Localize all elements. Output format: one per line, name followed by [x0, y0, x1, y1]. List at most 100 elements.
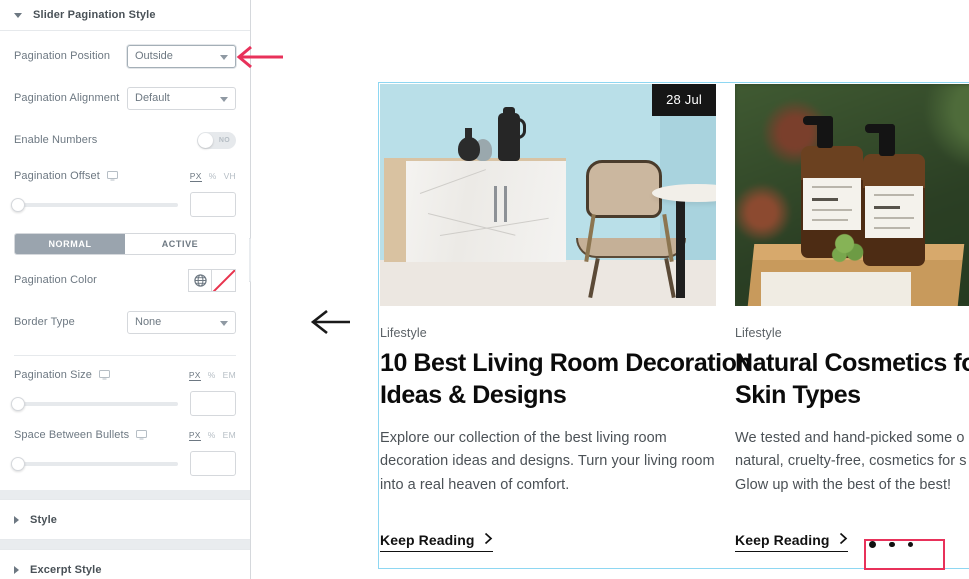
- post-card[interactable]: 28 Jul Lifestyle 10 Best Living Room Dec…: [380, 84, 752, 553]
- post-excerpt-line-1: Explore our collection of the best livin…: [380, 429, 667, 446]
- desktop-icon[interactable]: [106, 171, 118, 181]
- unit-px[interactable]: PX: [188, 430, 201, 441]
- chevron-down-icon: [14, 12, 22, 18]
- pagination-position-select[interactable]: Outside: [127, 44, 236, 68]
- chevron-down-icon: [220, 320, 228, 326]
- keep-reading-label: Keep Reading: [735, 532, 830, 549]
- post-card[interactable]: Lifestyle Natural Cosmetics for S Skin T…: [735, 84, 969, 553]
- post-excerpt-line-3: into a real heaven of comfort.: [380, 476, 570, 493]
- accordion-label: Style: [30, 513, 58, 526]
- date-badge: 28 Jul: [652, 84, 716, 116]
- pagination-alignment-value: Default: [135, 92, 170, 104]
- post-thumbnail[interactable]: [735, 84, 969, 306]
- pagination-position-label: Pagination Position: [14, 50, 111, 62]
- none-color-swatch[interactable]: [212, 268, 236, 292]
- post-category[interactable]: Lifestyle: [735, 326, 969, 340]
- pagination-offset-input[interactable]: [190, 192, 236, 217]
- post-title-line-1: 10 Best Living Room Decoration: [380, 349, 752, 377]
- pagination-offset-slider[interactable]: [11, 197, 178, 212]
- border-type-label: Border Type: [14, 316, 75, 328]
- unit-px[interactable]: PX: [188, 370, 201, 381]
- space-between-bullets-header: Space Between Bullets PX % EM: [14, 428, 236, 442]
- living-room-photo: [380, 84, 716, 306]
- control-pagination-color: Pagination Color: [14, 263, 236, 297]
- control-border-type: Border Type None: [14, 305, 236, 339]
- border-type-value: None: [135, 316, 162, 328]
- space-between-bullets-slider[interactable]: [11, 456, 178, 471]
- keep-reading-link[interactable]: Keep Reading: [735, 532, 848, 553]
- state-tabs: NORMAL ACTIVE: [14, 233, 236, 255]
- preview-canvas: 28 Jul Lifestyle 10 Best Living Room Dec…: [251, 0, 969, 579]
- post-title-line-2: Skin Types: [735, 381, 861, 410]
- post-excerpt-line-2: decoration ideas and designs. Turn your …: [380, 453, 715, 470]
- unit-percent[interactable]: %: [208, 370, 216, 380]
- pagination-size-label: Pagination Size: [14, 369, 92, 381]
- post-excerpt-line-1: We tested and hand-picked some o: [735, 429, 965, 446]
- settings-panel-scroll[interactable]: Slider Pagination Style Pagination Posit…: [0, 0, 250, 579]
- unit-em[interactable]: EM: [223, 430, 236, 440]
- arrow-left-icon: [310, 309, 350, 335]
- pagination-size-slider-row: [11, 391, 236, 416]
- toggle-knob: [198, 132, 213, 148]
- slider-thumb[interactable]: [11, 456, 25, 471]
- pagination-alignment-label: Pagination Alignment: [14, 92, 120, 104]
- globe-icon[interactable]: [188, 268, 212, 292]
- desktop-icon[interactable]: [136, 430, 148, 440]
- desktop-icon[interactable]: [98, 370, 110, 380]
- unit-vh[interactable]: VH: [224, 171, 236, 181]
- divider: [14, 355, 236, 356]
- accordion-style[interactable]: Style: [0, 499, 250, 540]
- pagination-color-label: Pagination Color: [14, 274, 97, 286]
- pagination-alignment-select[interactable]: Default: [127, 86, 236, 110]
- post-thumbnail[interactable]: 28 Jul: [380, 84, 716, 306]
- toggle-state-label: NO: [218, 136, 230, 144]
- pagination-position-value: Outside: [135, 50, 173, 62]
- pagination-offset-header: Pagination Offset PX % VH: [14, 169, 236, 183]
- slider-thumb[interactable]: [11, 197, 25, 212]
- enable-numbers-label: Enable Numbers: [14, 134, 98, 146]
- panel-gap: [0, 540, 250, 549]
- cosmetics-photo: [735, 84, 969, 306]
- border-type-select[interactable]: None: [127, 310, 236, 334]
- space-between-bullets-label: Space Between Bullets: [14, 429, 130, 441]
- unit-px[interactable]: PX: [189, 171, 202, 182]
- enable-numbers-toggle[interactable]: NO: [197, 131, 236, 149]
- unit-percent[interactable]: %: [208, 430, 216, 440]
- soap-bottle: [863, 124, 925, 266]
- slider-thumb[interactable]: [11, 396, 25, 411]
- pagination-offset-label: Pagination Offset: [14, 170, 100, 182]
- pagination-size-slider[interactable]: [11, 396, 178, 411]
- post-title[interactable]: Natural Cosmetics for S Skin Types: [735, 347, 969, 412]
- post-excerpt: We tested and hand-picked some o natural…: [735, 427, 969, 498]
- pagination-size-input[interactable]: [190, 391, 236, 416]
- chevron-right-icon: [14, 515, 19, 524]
- post-title[interactable]: 10 Best Living Room Decoration Ideas & D…: [380, 347, 752, 412]
- space-between-bullets-input[interactable]: [190, 451, 236, 476]
- pagination-offset-units: PX % VH: [189, 171, 236, 182]
- chevron-down-icon: [220, 96, 228, 102]
- pagination-color-swatches: [188, 268, 236, 292]
- section-header-slider-pagination-style[interactable]: Slider Pagination Style: [0, 0, 250, 31]
- posts-slider-widget[interactable]: 28 Jul Lifestyle 10 Best Living Room Dec…: [378, 82, 969, 569]
- pagination-dots-highlight: [864, 539, 945, 570]
- unit-em[interactable]: EM: [223, 370, 236, 380]
- settings-panel: Slider Pagination Style Pagination Posit…: [0, 0, 251, 579]
- post-category[interactable]: Lifestyle: [380, 326, 716, 340]
- pagination-size-units: PX % EM: [188, 370, 236, 381]
- space-between-bullets-units: PX % EM: [188, 430, 236, 441]
- post-excerpt: Explore our collection of the best livin…: [380, 427, 716, 498]
- control-pagination-alignment: Pagination Alignment Default: [14, 81, 236, 115]
- chevron-down-icon: [220, 54, 228, 60]
- slider-track: 28 Jul Lifestyle 10 Best Living Room Dec…: [379, 83, 969, 553]
- tab-normal[interactable]: NORMAL: [15, 234, 125, 254]
- pagination-size-header: Pagination Size PX % EM: [14, 368, 236, 382]
- post-title-line-1: Natural Cosmetics for S: [735, 349, 969, 377]
- tab-active[interactable]: ACTIVE: [125, 234, 235, 254]
- unit-percent[interactable]: %: [209, 171, 217, 181]
- pagination-offset-slider-row: [11, 192, 236, 217]
- screen-root: Slider Pagination Style Pagination Posit…: [0, 0, 969, 579]
- arrow-left-icon: [236, 45, 283, 69]
- accordion-excerpt-style[interactable]: Excerpt Style: [0, 549, 250, 579]
- chevron-right-icon: [839, 532, 848, 548]
- keep-reading-link[interactable]: Keep Reading: [380, 532, 493, 553]
